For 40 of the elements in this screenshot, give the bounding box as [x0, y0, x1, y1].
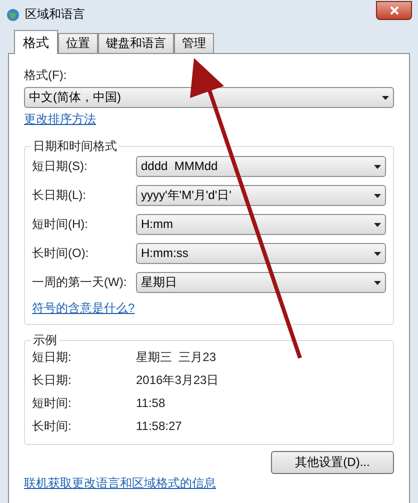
tab[interactable]: 格式	[14, 30, 58, 54]
link[interactable]: 联机获取更改语言和区域格式的信息	[24, 476, 216, 491]
caret-icon	[374, 252, 381, 256]
link[interactable]: 符号的含意是什么?	[32, 301, 135, 316]
caret-icon	[382, 96, 389, 100]
example-value: 星期三 三月23	[136, 350, 216, 365]
dropdown[interactable]: 星期日	[136, 272, 386, 293]
caret-icon	[374, 280, 381, 284]
example-label: 长日期:	[32, 373, 72, 388]
caret-icon	[374, 222, 381, 226]
field-label: 长日期(L):	[32, 188, 87, 203]
example-label: 短日期:	[32, 350, 72, 365]
example-value: 11:58:27	[136, 419, 182, 434]
field-label: 长时间(O):	[32, 246, 90, 261]
field-label: 格式(F):	[24, 68, 68, 83]
group-title: 日期和时间格式	[32, 139, 118, 154]
dropdown[interactable]: dddd MMMdd	[136, 156, 386, 177]
field-label: 短日期(S):	[32, 159, 88, 174]
dropdown[interactable]: yyyy'年'M'月'd'日'	[136, 185, 386, 206]
close-icon	[390, 6, 398, 15]
caret-icon	[374, 194, 381, 198]
caret-icon	[374, 164, 381, 168]
link[interactable]: 更改排序方法	[24, 112, 96, 127]
close-button[interactable]	[376, 1, 412, 20]
globe-icon	[6, 8, 20, 22]
example-value: 11:58	[136, 396, 166, 411]
tab[interactable]: 管理	[174, 33, 214, 53]
dropdown[interactable]: 中文(简体，中国)	[24, 87, 394, 108]
tab[interactable]: 位置	[58, 33, 98, 53]
dropdown[interactable]: H:mm:ss	[136, 243, 386, 264]
field-label: 一周的第一天(W):	[32, 275, 128, 290]
window-title: 区域和语言	[25, 7, 85, 22]
tab[interactable]: 键盘和语言	[98, 33, 174, 53]
group-title: 示例	[32, 333, 58, 348]
example-label: 短时间:	[32, 396, 72, 411]
example-label: 长时间:	[32, 419, 72, 434]
dropdown[interactable]: H:mm	[136, 214, 386, 235]
field-label: 短时间(H):	[32, 217, 89, 232]
example-value: 2016年3月23日	[136, 373, 219, 388]
other-settings-button[interactable]: 其他设置(D)...	[271, 451, 394, 474]
